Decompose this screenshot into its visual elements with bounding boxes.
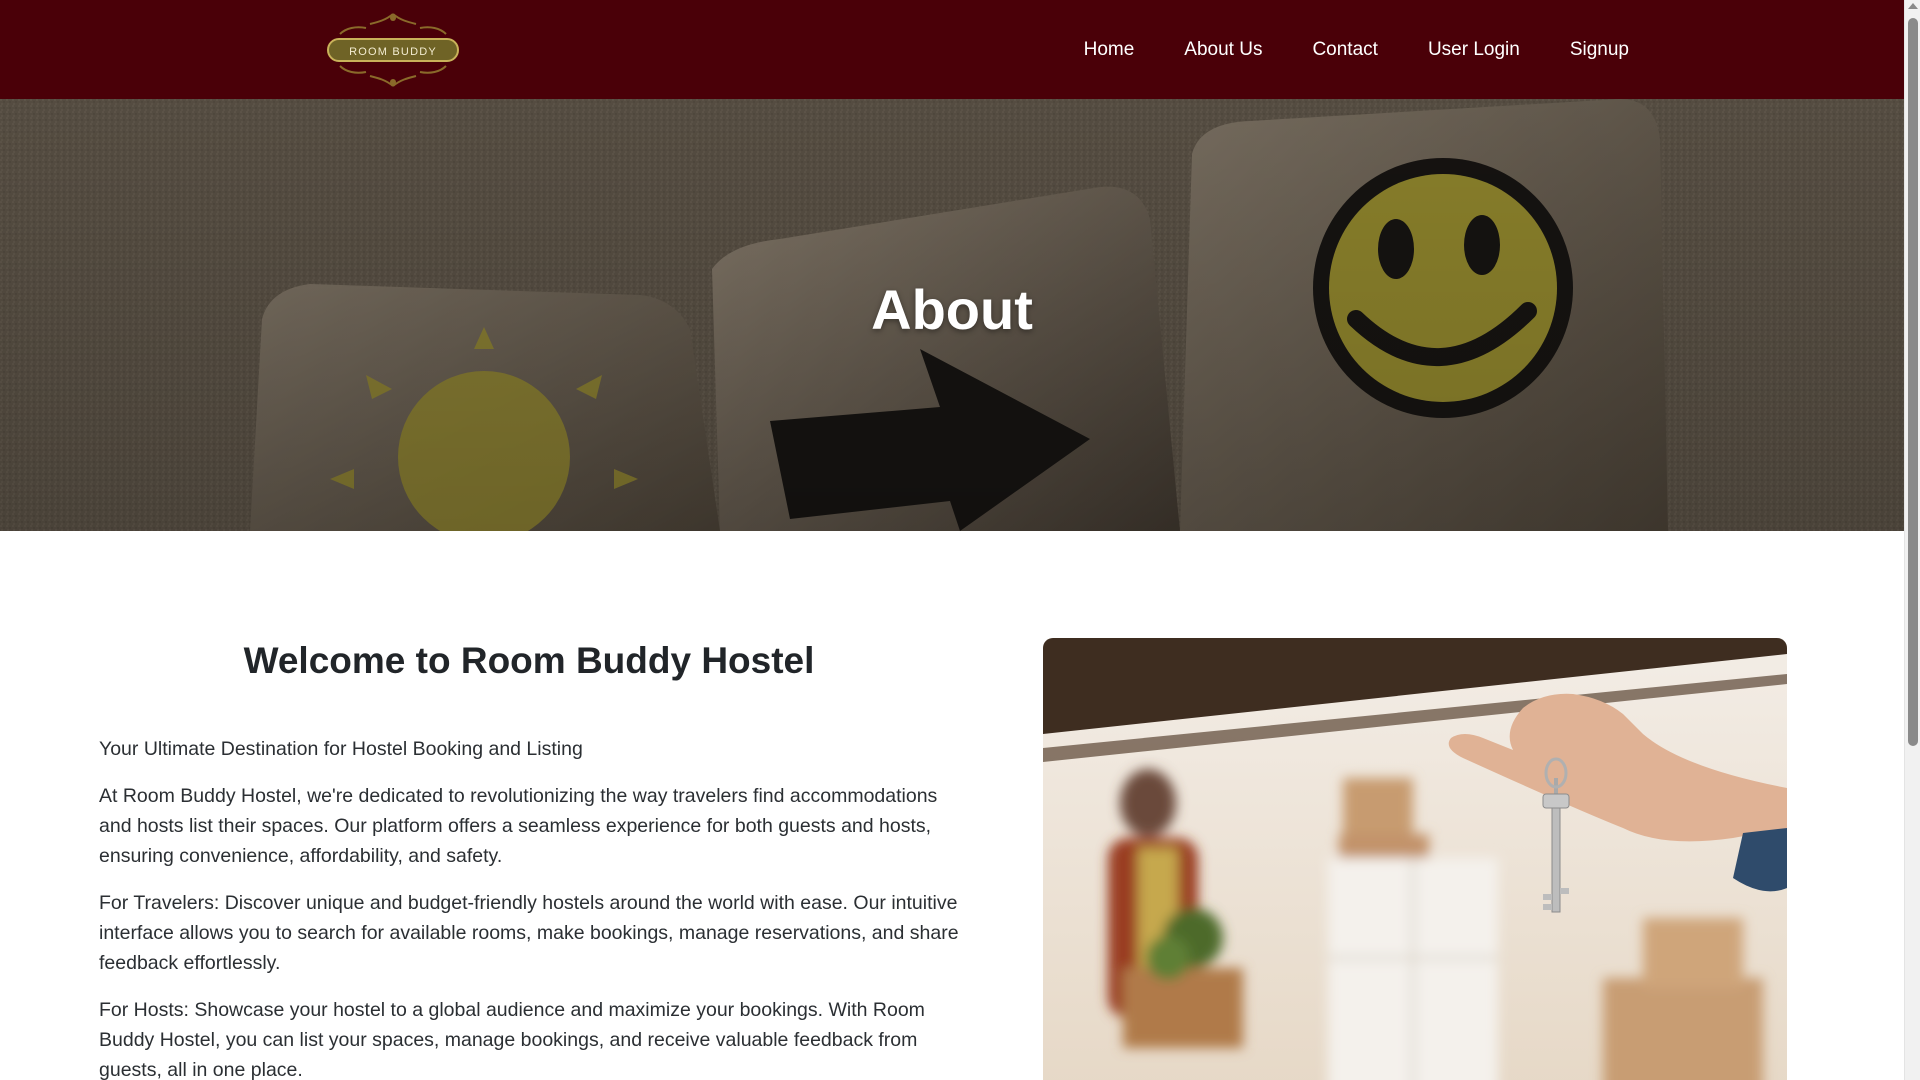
about-section: Welcome to Room Buddy Hostel Your Ultima… bbox=[99, 640, 959, 1080]
nav-user-login[interactable]: User Login bbox=[1403, 39, 1545, 61]
travelers-paragraph: For Travelers: Discover unique and budge… bbox=[99, 892, 959, 974]
logo-text: ROOM BUDDY bbox=[349, 46, 437, 58]
tagline-paragraph: Your Ultimate Destination for Hostel Boo… bbox=[99, 738, 583, 760]
intro-paragraph: At Room Buddy Hostel, we're dedicated to… bbox=[99, 785, 938, 867]
section-title: Welcome to Room Buddy Hostel bbox=[243, 640, 815, 681]
scroll-up-arrow-icon[interactable] bbox=[1908, 3, 1918, 9]
main-nav: Home About Us Contact User Login Signup bbox=[1059, 0, 1654, 99]
hostel-key-photo bbox=[1043, 638, 1787, 1080]
navbar: ROOM BUDDY Home About Us Contact User Lo… bbox=[0, 0, 1904, 99]
scroll-thumb[interactable] bbox=[1908, 18, 1918, 746]
nav-contact[interactable]: Contact bbox=[1287, 39, 1402, 61]
page-scrollbar[interactable] bbox=[1904, 0, 1920, 1080]
hero-banner: About bbox=[0, 99, 1904, 531]
hosts-paragraph: For Hosts: Showcase your hostel to a glo… bbox=[99, 999, 925, 1080]
room-buddy-logo[interactable]: ROOM BUDDY bbox=[326, 12, 460, 88]
nav-about-us[interactable]: About Us bbox=[1159, 39, 1287, 61]
nav-home[interactable]: Home bbox=[1059, 39, 1160, 61]
nav-signup[interactable]: Signup bbox=[1545, 39, 1654, 61]
hero-title: About bbox=[871, 278, 1033, 341]
